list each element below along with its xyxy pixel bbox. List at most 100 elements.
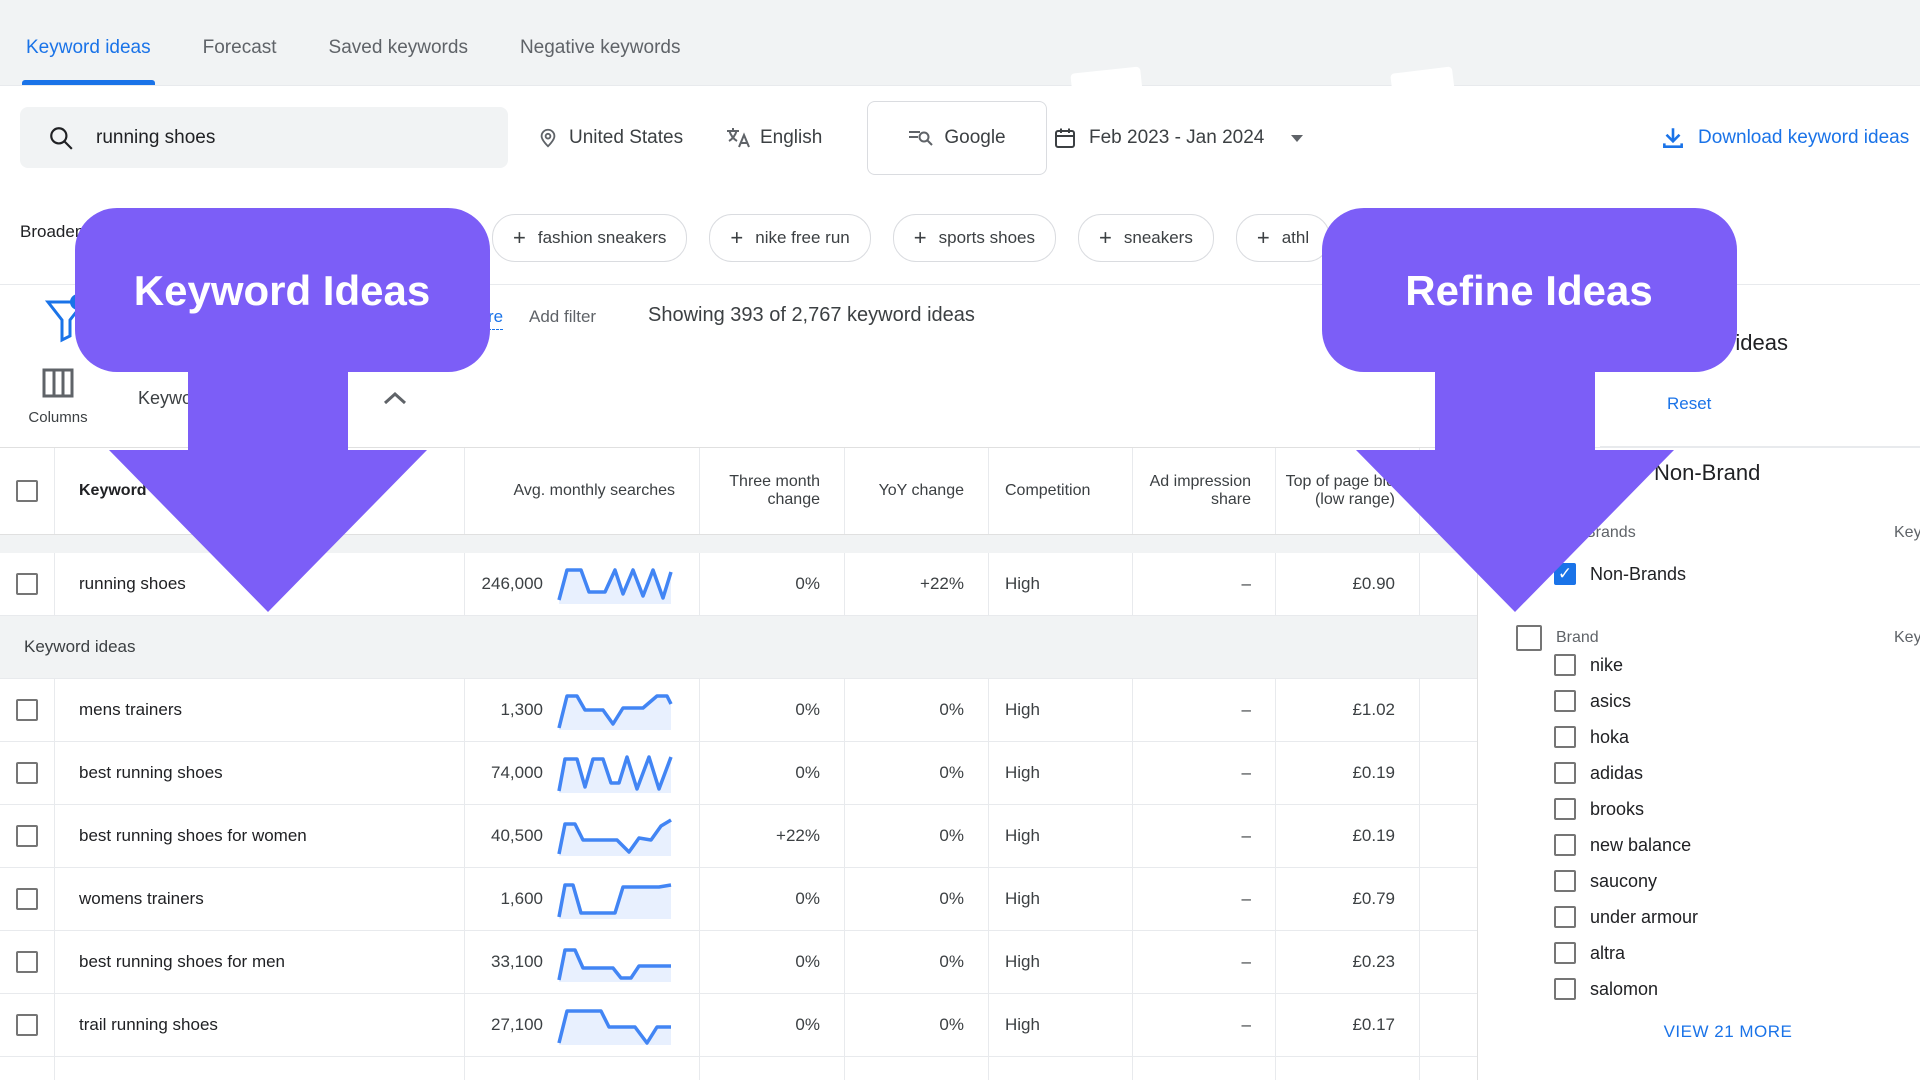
column-header-competition[interactable]: Competition: [989, 448, 1133, 534]
row-checkbox[interactable]: [16, 1014, 38, 1036]
tab-keyword-ideas[interactable]: Keyword ideas: [22, 37, 155, 85]
top-of-page-bid-cell: £0.19: [1276, 805, 1420, 867]
brand-item-checkbox[interactable]: [1554, 834, 1576, 856]
keyword-chip[interactable]: + sneakers: [1078, 214, 1214, 262]
row-checkbox[interactable]: [16, 825, 38, 847]
brand-item-brooks[interactable]: brooks: [1554, 798, 1644, 820]
search-trend-sparkline: [557, 694, 673, 730]
brand-item-adidas[interactable]: adidas: [1554, 762, 1643, 784]
brand-item-nike[interactable]: nike: [1554, 654, 1623, 676]
add-filter-button[interactable]: Add filter: [529, 307, 596, 327]
active-filter-link[interactable]: re: [488, 307, 504, 330]
row-checkbox[interactable]: [16, 699, 38, 721]
brand-checkbox[interactable]: [1516, 625, 1542, 651]
keyword-chip[interactable]: + athl: [1235, 214, 1331, 262]
brand-item-under-armour[interactable]: under armour: [1554, 906, 1698, 928]
three-month-change-cell: 0%: [700, 868, 845, 930]
columns-icon: [42, 368, 74, 398]
row-checkbox[interactable]: [16, 951, 38, 973]
column-header-three-month-change[interactable]: Three month change: [700, 448, 845, 534]
brand-item-checkbox[interactable]: [1554, 978, 1576, 1000]
table-row[interactable]: womens trainers 1,600 0% 0% High – £0.79: [0, 868, 1477, 931]
filter-funnel-icon[interactable]: [44, 294, 88, 346]
network-selector[interactable]: Google: [867, 101, 1047, 175]
row-checkbox[interactable]: [16, 573, 38, 595]
empty-cell: [465, 1057, 700, 1080]
tab-saved-keywords[interactable]: Saved keywords: [325, 37, 472, 85]
search-trend-sparkline: [557, 755, 673, 793]
avg-searches-value: 27,100: [491, 1015, 543, 1034]
table-row[interactable]: mens trainers 1,300 0% 0% High – £1.02: [0, 679, 1477, 742]
row-checkbox-cell: [0, 679, 55, 741]
table-row[interactable]: best running shoes for men 33,100 0% 0% High…: [0, 931, 1477, 994]
brands-option-label[interactable]: Brands: [1585, 524, 1636, 542]
columns-button[interactable]: Columns: [10, 368, 106, 426]
searches-with-sparkline: 33,100: [491, 940, 675, 984]
row-checkbox[interactable]: [16, 762, 38, 784]
chevron-up-icon[interactable]: [382, 390, 408, 406]
location-pin-icon: [540, 128, 556, 148]
competition-cell: High: [989, 931, 1133, 993]
reset-button[interactable]: Reset: [1667, 394, 1711, 414]
brand-item-checkbox[interactable]: [1554, 726, 1576, 748]
white-artifact: [1070, 66, 1144, 110]
brand-item-label: under armour: [1590, 906, 1699, 927]
brand-item-checkbox[interactable]: [1554, 942, 1576, 964]
caret-down-icon[interactable]: [1290, 134, 1304, 143]
three-month-change-cell: 0%: [700, 553, 845, 615]
brand-item-checkbox[interactable]: [1554, 798, 1576, 820]
keyword-chip[interactable]: + sports shoes: [892, 214, 1056, 262]
brand-item-label: nike: [1590, 654, 1624, 675]
column-header-avg-monthly-searches[interactable]: Avg. monthly searches: [465, 448, 700, 534]
non-brands-checkbox-checked[interactable]: ✓: [1554, 563, 1576, 585]
brand-item-salomon[interactable]: salomon: [1554, 978, 1658, 1000]
keyword-chip[interactable]: + fashion sneakers: [492, 214, 688, 262]
search-trend-sparkline: [557, 948, 671, 982]
table-row[interactable]: best running shoes 74,000 0% 0% High – £0.19: [0, 742, 1477, 805]
table-row[interactable]: trail running shoes 27,100 0% 0% High – £0.17: [0, 994, 1477, 1057]
ad-impression-share-cell: –: [1133, 679, 1276, 741]
avg-searches-value: 1,600: [500, 889, 543, 908]
brand-group-heading: Non-Brand: [1654, 460, 1761, 485]
table-row[interactable]: running shoes 246,000 0% +22% High – £0.90: [0, 553, 1477, 616]
brand-item-checkbox[interactable]: [1554, 654, 1576, 676]
avg-searches-value: 74,000: [491, 763, 543, 782]
keyword-cell: running shoes: [55, 553, 465, 615]
brand-item-label: asics: [1590, 690, 1632, 711]
column-header-yoy-change[interactable]: YoY change: [845, 448, 989, 534]
tab-forecast[interactable]: Forecast: [199, 37, 281, 85]
brand-item-checkbox[interactable]: [1554, 762, 1576, 784]
language-selector[interactable]: English: [726, 86, 822, 190]
brand-item-checkbox[interactable]: [1554, 690, 1576, 712]
view-more-link[interactable]: VIEW 21 MORE: [1628, 1022, 1828, 1042]
brand-item-asics[interactable]: asics: [1554, 690, 1631, 712]
empty-cell: [55, 1057, 465, 1080]
brand-item-altra[interactable]: altra: [1554, 942, 1625, 964]
table-row[interactable]: best running shoes for women 40,500 +22% 0%…: [0, 805, 1477, 868]
column-header-top-of-page-bid[interactable]: Top of page bid (low range): [1276, 448, 1420, 534]
keyword-chip[interactable]: + nike free run: [709, 214, 871, 262]
competition-cell: High: [989, 553, 1133, 615]
brand-item-checkbox[interactable]: [1554, 906, 1576, 928]
brand-item-checkbox[interactable]: [1554, 870, 1576, 892]
search-input[interactable]: running shoes: [20, 107, 508, 168]
select-all-checkbox[interactable]: [16, 480, 38, 502]
searches-with-sparkline: 246,000: [482, 562, 675, 606]
brand-item-label: saucony: [1590, 870, 1658, 891]
brand-item-saucony[interactable]: saucony: [1554, 870, 1657, 892]
row-checkbox[interactable]: [16, 888, 38, 910]
column-header-ad-impression-share[interactable]: Ad impression share: [1133, 448, 1276, 534]
view-dropdown-label[interactable]: Keyword ideas: [138, 388, 256, 409]
column-header-keyword[interactable]: Keyword: [55, 448, 465, 534]
yoy-change-cell: 0%: [845, 868, 989, 930]
location-selector[interactable]: United States: [537, 86, 683, 190]
brand-option[interactable]: Brand: [1516, 625, 1599, 651]
tab-negative-keywords[interactable]: Negative keywords: [516, 37, 685, 85]
download-label: Download keyword ideas: [1698, 127, 1910, 148]
brand-item-new-balance[interactable]: new balance: [1554, 834, 1691, 856]
header-pad-cell: [1420, 448, 1477, 534]
three-month-change-cell: 0%: [700, 679, 845, 741]
brand-item-hoka[interactable]: hoka: [1554, 726, 1629, 748]
non-brands-option[interactable]: ✓ Non-Brands: [1554, 563, 1686, 585]
download-keyword-ideas-link[interactable]: Download keyword ideas: [1660, 86, 1920, 190]
